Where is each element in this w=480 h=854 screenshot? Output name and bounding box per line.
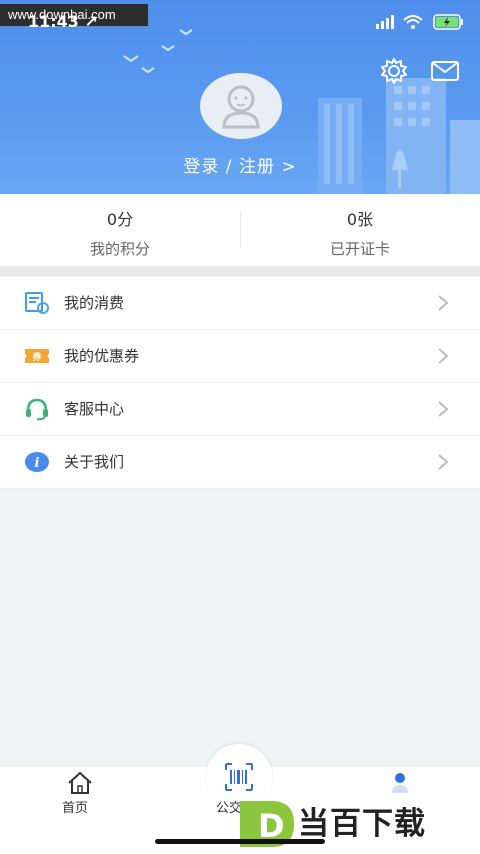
- battery-icon: [433, 14, 463, 30]
- chevron-right-icon: [438, 295, 449, 311]
- menu-item-label: 客服中心: [64, 400, 125, 418]
- menu-item-label: 我的消费: [64, 294, 125, 312]
- svg-text:i: i: [35, 456, 40, 471]
- menu-item-customer-service[interactable]: 客服中心: [0, 383, 480, 436]
- cards-value: 0张: [346, 210, 374, 229]
- menu-item-label: 关于我们: [64, 453, 125, 471]
- svg-text:券: 券: [31, 351, 42, 363]
- mail-icon[interactable]: [431, 60, 459, 82]
- headset-icon: [26, 398, 48, 421]
- cards-label: 已开证卡: [329, 240, 390, 258]
- menu-list: 我的消费 券 我的优惠券 客服中心 i 关于我们: [0, 277, 480, 489]
- login-register-link[interactable]: 登录 / 注册 >: [0, 152, 480, 177]
- birds-decoration: [123, 29, 193, 74]
- chevron-right-icon: [438, 454, 449, 470]
- receipt-icon: [25, 292, 49, 314]
- section-separator: [0, 266, 480, 276]
- menu-item-consumption[interactable]: 我的消费: [0, 277, 480, 330]
- info-icon: i: [25, 452, 49, 472]
- tab-home[interactable]: 首页: [62, 797, 88, 816]
- points-value: 0分: [106, 210, 134, 229]
- menu-item-label: 我的优惠券: [64, 347, 140, 365]
- home-indicator: [155, 839, 325, 844]
- status-icons: [376, 14, 468, 34]
- points-stat[interactable]: 0分 我的积分: [0, 194, 240, 266]
- profile-tab-icon[interactable]: [390, 771, 410, 795]
- coupon-icon: 券: [25, 349, 49, 363]
- home-icon[interactable]: [67, 771, 93, 795]
- points-label: 我的积分: [89, 240, 150, 258]
- stats-divider: [240, 212, 241, 248]
- settings-icon[interactable]: [380, 57, 408, 85]
- chevron-right-icon: [438, 401, 449, 417]
- avatar[interactable]: [200, 73, 282, 139]
- menu-item-about[interactable]: i 关于我们: [0, 436, 480, 489]
- menu-item-coupons[interactable]: 券 我的优惠券: [0, 330, 480, 383]
- signal-icon: [376, 15, 394, 29]
- chevron-right-icon: [438, 348, 449, 364]
- cards-stat[interactable]: 0张 已开证卡: [240, 194, 480, 266]
- wifi-icon: [403, 15, 423, 29]
- user-avatar-icon: [222, 85, 260, 129]
- brand-text: 当百下载: [298, 806, 426, 842]
- status-time: 11:43 ↗: [28, 12, 98, 31]
